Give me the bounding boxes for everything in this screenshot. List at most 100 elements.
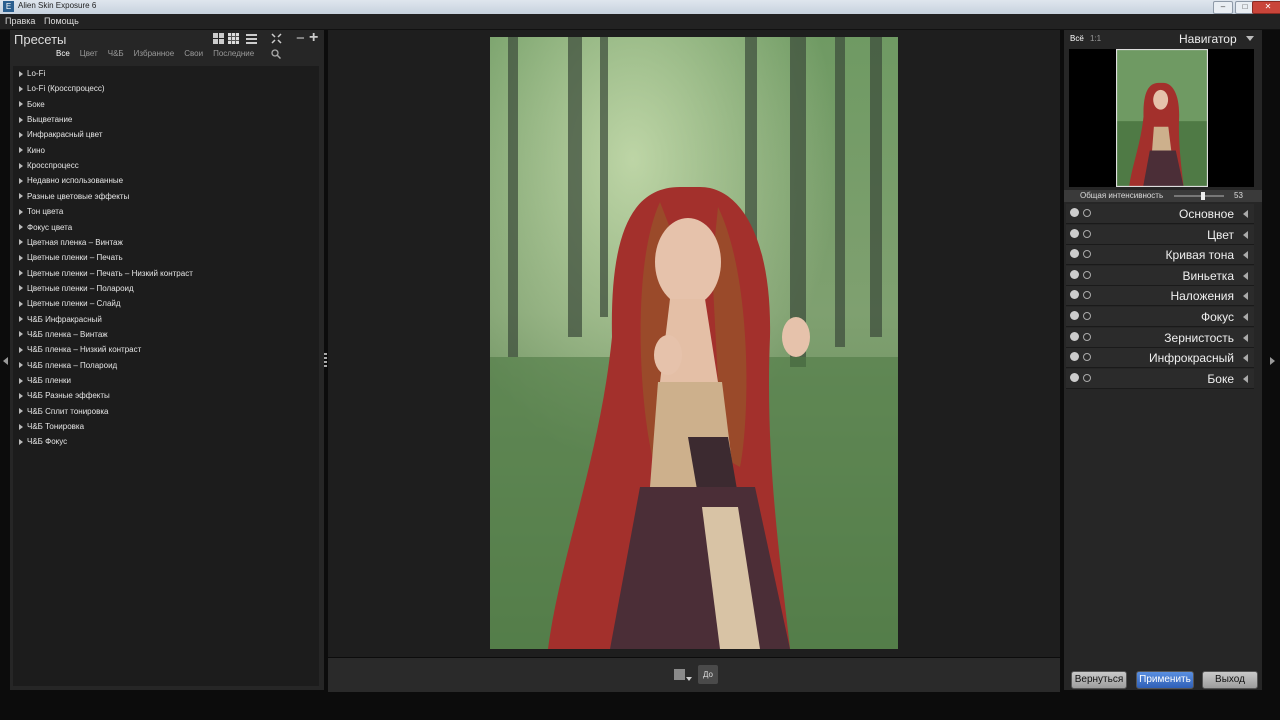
close-button[interactable]: ✕: [1252, 1, 1280, 14]
adjustment-panel-header[interactable]: Наложения: [1066, 286, 1254, 307]
preset-category[interactable]: Кино: [15, 143, 45, 158]
expand-arrow-icon[interactable]: [19, 408, 23, 415]
expand-arrow-icon[interactable]: [19, 254, 23, 261]
tab-custom[interactable]: Свои: [184, 49, 203, 58]
toggle-effect-icon[interactable]: [1070, 372, 1079, 382]
preset-category[interactable]: Цветные пленки – Полароид: [15, 281, 134, 296]
collapse-all-icon[interactable]: [271, 33, 282, 44]
toggle-effect-icon[interactable]: [1070, 208, 1079, 217]
back-button[interactable]: Вернуться: [1071, 671, 1127, 689]
collapse-left-arrow-icon[interactable]: [3, 357, 8, 365]
preset-category[interactable]: Ч&Б Инфракрасный: [15, 312, 102, 327]
menu-edit[interactable]: Правка: [5, 16, 35, 26]
expand-arrow-icon[interactable]: [19, 300, 23, 307]
expand-arrow-icon[interactable]: [19, 331, 23, 338]
preset-category[interactable]: Цветные пленки – Слайд: [15, 296, 121, 311]
reset-icon[interactable]: [1083, 291, 1091, 300]
expand-arrow-icon[interactable]: [19, 116, 23, 123]
preset-category[interactable]: Выцветание: [15, 112, 72, 127]
expand-arrow-icon[interactable]: [19, 285, 23, 292]
reset-icon[interactable]: [1083, 312, 1091, 320]
adjustment-panel-header[interactable]: Виньетка: [1066, 265, 1254, 286]
preset-category[interactable]: Кросспроцесс: [15, 158, 79, 173]
preset-category[interactable]: Ч&Б пленка – Винтаж: [15, 327, 108, 342]
collapse-right-arrow-icon[interactable]: [1270, 357, 1275, 365]
expand-arrow-icon[interactable]: [1243, 230, 1248, 239]
background-color-swatch[interactable]: [674, 669, 685, 680]
preset-category[interactable]: Цветные пленки – Печать: [15, 250, 123, 265]
expand-arrow-icon[interactable]: [19, 70, 23, 77]
expand-arrow-icon[interactable]: [19, 377, 23, 384]
preset-category[interactable]: Недавно использованные: [15, 173, 123, 188]
preset-category[interactable]: Ч&Б пленка – Низкий контраст: [15, 342, 141, 357]
expand-arrow-icon[interactable]: [19, 193, 23, 200]
tab-favorites[interactable]: Избранное: [134, 49, 175, 58]
preset-category[interactable]: Ч&Б Сплит тонировка: [15, 404, 108, 419]
menu-help[interactable]: Помощь: [44, 16, 79, 26]
reset-icon[interactable]: [1083, 209, 1091, 217]
expand-arrow-icon[interactable]: [19, 316, 23, 323]
zoom-fit-button[interactable]: Всё: [1070, 34, 1084, 43]
expand-arrow-icon[interactable]: [19, 101, 23, 108]
grid-small-icon[interactable]: [228, 33, 239, 44]
tab-bw[interactable]: Ч&Б: [108, 49, 124, 58]
expand-arrow-icon[interactable]: [19, 85, 23, 92]
tab-recent[interactable]: Последние: [213, 49, 254, 58]
expand-arrow-icon[interactable]: [19, 131, 23, 138]
preset-category[interactable]: Ч&Б пленки: [15, 373, 71, 388]
remove-preset-icon[interactable]: −: [296, 30, 305, 47]
panel-resize-handle[interactable]: [324, 353, 327, 369]
add-preset-icon[interactable]: +: [309, 29, 318, 47]
before-button[interactable]: До: [698, 665, 718, 684]
reset-icon[interactable]: [1083, 353, 1091, 362]
list-view-icon[interactable]: [246, 33, 257, 44]
preset-category[interactable]: Тон цвета: [15, 204, 63, 219]
expand-arrow-icon[interactable]: [1243, 313, 1248, 321]
grid-large-icon[interactable]: [213, 33, 224, 44]
apply-button[interactable]: Применить: [1136, 671, 1194, 689]
toggle-effect-icon[interactable]: [1070, 311, 1079, 320]
reset-icon[interactable]: [1083, 270, 1091, 279]
preset-category[interactable]: Цветные пленки – Печать – Низкий контрас…: [15, 266, 193, 281]
tab-all[interactable]: Все: [56, 49, 70, 58]
toggle-effect-icon[interactable]: [1070, 249, 1079, 259]
toggle-effect-icon[interactable]: [1070, 228, 1079, 238]
expand-arrow-icon[interactable]: [1243, 271, 1248, 280]
expand-arrow-icon[interactable]: [19, 162, 23, 169]
preset-category[interactable]: Ч&Б Разные эффекты: [15, 388, 110, 403]
expand-arrow-icon[interactable]: [19, 362, 23, 369]
preset-category[interactable]: Инфракрасный цвет: [15, 127, 103, 142]
preset-category[interactable]: Цветная пленка – Винтаж: [15, 235, 123, 250]
expand-arrow-icon[interactable]: [1243, 251, 1248, 260]
expand-arrow-icon[interactable]: [19, 177, 23, 184]
expand-arrow-icon[interactable]: [1243, 354, 1248, 363]
reset-icon[interactable]: [1083, 229, 1091, 238]
expand-arrow-icon[interactable]: [19, 239, 23, 246]
preset-category[interactable]: Lo-Fi (Кросспроцесс): [15, 81, 105, 96]
chevron-down-icon[interactable]: [686, 677, 692, 681]
preset-category[interactable]: Lo-Fi: [15, 66, 45, 81]
adjustment-panel-header[interactable]: Цвет: [1066, 224, 1254, 245]
search-icon[interactable]: [271, 49, 281, 59]
toggle-effect-icon[interactable]: [1070, 352, 1079, 362]
preset-category[interactable]: Ч&Б пленка – Полароид: [15, 358, 117, 373]
preset-category[interactable]: Боке: [15, 97, 45, 112]
adjustment-panel-header[interactable]: Кривая тона: [1066, 245, 1254, 266]
adjustment-panel-header[interactable]: Зернистость: [1066, 327, 1254, 348]
toggle-effect-icon[interactable]: [1070, 290, 1079, 300]
preset-category[interactable]: Фокус цвета: [15, 220, 72, 235]
expand-arrow-icon[interactable]: [19, 208, 23, 215]
adjustment-panel-header[interactable]: Фокус: [1066, 307, 1254, 327]
expand-arrow-icon[interactable]: [1243, 374, 1248, 383]
expand-arrow-icon[interactable]: [19, 346, 23, 353]
zoom-100-button[interactable]: 1:1: [1090, 34, 1101, 43]
expand-arrow-icon[interactable]: [1243, 333, 1248, 342]
navigator-view[interactable]: [1069, 49, 1254, 187]
expand-arrow-icon[interactable]: [1243, 210, 1248, 218]
expand-arrow-icon[interactable]: [1243, 292, 1248, 301]
expand-arrow-icon[interactable]: [19, 423, 23, 430]
toggle-effect-icon[interactable]: [1070, 331, 1079, 341]
expand-arrow-icon[interactable]: [19, 392, 23, 399]
expand-arrow-icon[interactable]: [19, 438, 23, 445]
adjustment-panel-header[interactable]: Основное: [1066, 204, 1254, 224]
